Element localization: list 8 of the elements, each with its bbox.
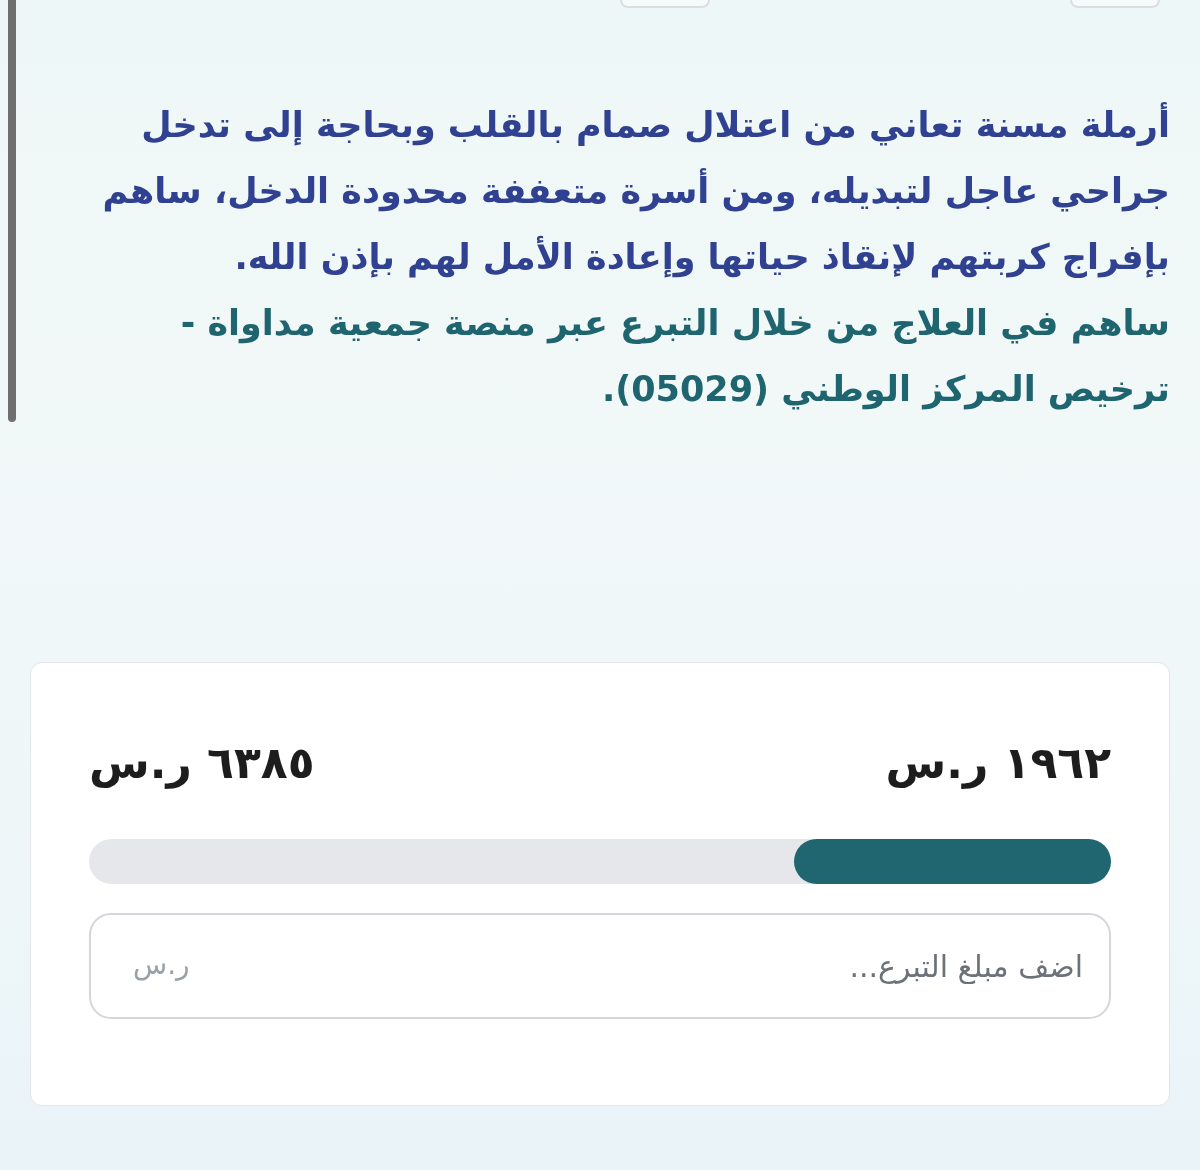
raised-amount: ١٩٦٢ ر.س: [885, 736, 1111, 791]
currency-label: ر.س: [133, 947, 190, 983]
round-button[interactable]: [620, 0, 710, 8]
description-text: أرملة مسنة تعاني من اعتلال صمام بالقلب وبحاجة إلى تدخل جراحي عاجل لتبديله، ومن أسرة متعففة محدودة الدخل، ساهم بإفراج كربتهم لإنقاذ حياتها وإعادة الأمل لهم بإذن الله.: [48, 92, 1170, 290]
license-text: ساهم في العلاج من خلال التبرع عبر منصة جمعية مداواة - ترخيص المركز الوطني (05029).: [179, 302, 1170, 412]
scrollbar[interactable]: [8, 0, 16, 422]
goal-amount: ٦٣٨٥ ر.س: [89, 736, 315, 791]
round-button[interactable]: [1070, 0, 1160, 8]
